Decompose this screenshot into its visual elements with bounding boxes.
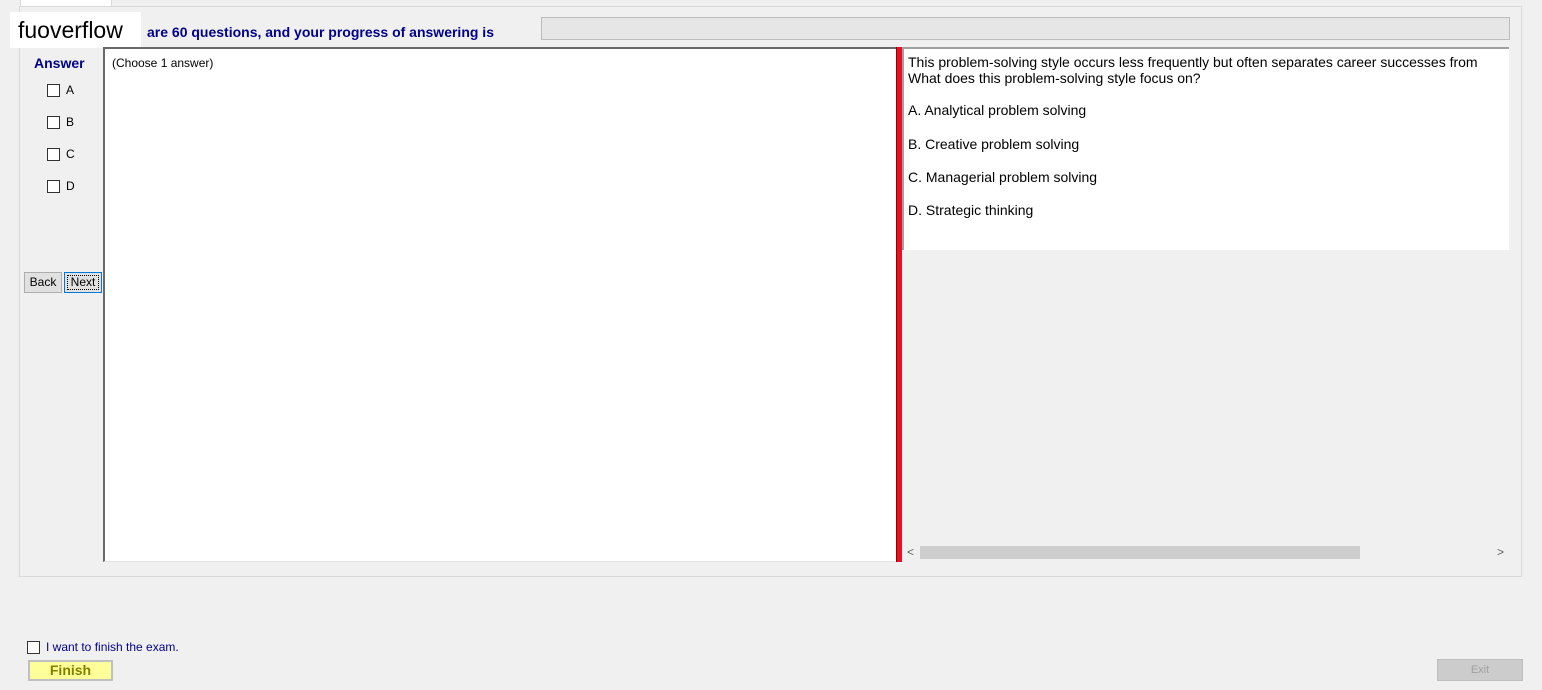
checkbox[interactable]: [47, 115, 60, 129]
answer-option-label: D: [66, 179, 75, 193]
answer-option-label: A: [66, 83, 75, 97]
answer-area: (Choose 1 answer): [103, 47, 896, 562]
choose-instruction: (Choose 1 answer): [112, 56, 214, 70]
answer-option-d[interactable]: D: [47, 179, 75, 193]
checkbox[interactable]: [47, 147, 60, 161]
finish-button[interactable]: Finish: [28, 660, 113, 681]
back-button[interactable]: Back: [24, 272, 62, 293]
answer-option-label: B: [66, 115, 75, 129]
scroll-thumb[interactable]: [920, 546, 1360, 559]
finish-exam-checkbox[interactable]: I want to finish the exam.: [27, 640, 179, 654]
question-line-2: What does this problem-solving style foc…: [908, 70, 1201, 86]
question-choice: B. Creative problem solving: [908, 136, 1080, 152]
progress-bar: [541, 17, 1510, 40]
checkbox[interactable]: [27, 640, 40, 654]
horizontal-scrollbar[interactable]: < >: [902, 544, 1509, 561]
question-content: This problem-solving style occurs less f…: [902, 49, 1509, 250]
scroll-left-icon[interactable]: <: [902, 544, 919, 561]
watermark: fuoverflow: [10, 12, 141, 48]
exit-button[interactable]: Exit: [1437, 659, 1523, 681]
question-choice: C. Managerial problem solving: [908, 169, 1098, 185]
question-panel: This problem-solving style occurs less f…: [902, 47, 1509, 562]
finish-exam-label: I want to finish the exam.: [46, 640, 179, 654]
next-button[interactable]: Next: [64, 272, 102, 293]
answer-title: Answer: [34, 55, 85, 71]
answer-option-b[interactable]: B: [47, 115, 74, 129]
answer-option-label: C: [66, 147, 75, 161]
question-choice: A. Analytical problem solving: [908, 102, 1087, 118]
progress-label: are 60 questions, and your progress of a…: [147, 24, 494, 40]
checkbox[interactable]: [47, 83, 60, 97]
answer-option-a[interactable]: A: [47, 83, 74, 97]
answer-option-c[interactable]: C: [47, 147, 75, 161]
question-text: This problem-solving style occurs less f…: [908, 54, 1509, 86]
scroll-right-icon[interactable]: >: [1492, 544, 1509, 561]
checkbox[interactable]: [47, 179, 60, 193]
question-line-1: This problem-solving style occurs less f…: [908, 54, 1478, 70]
question-choice: D. Strategic thinking: [908, 202, 1034, 218]
